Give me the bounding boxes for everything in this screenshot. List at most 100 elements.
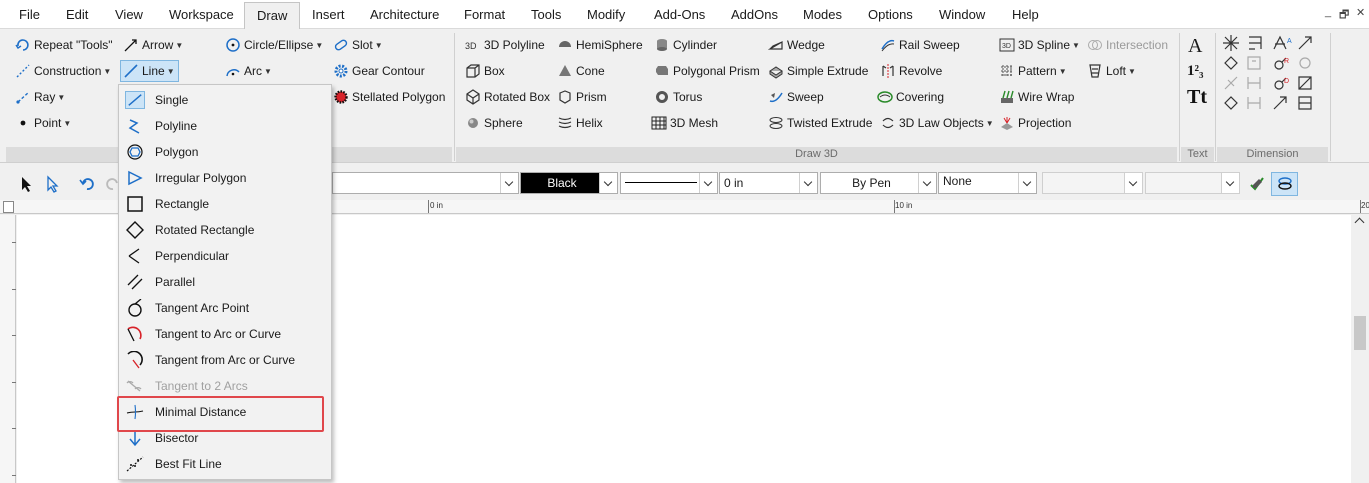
stellated-polygon-button[interactable]: Stellated Polygon [333, 87, 445, 107]
menu-item-polyline[interactable]: Polyline [119, 113, 331, 139]
chevron-down-icon[interactable] [699, 173, 717, 193]
layer-select[interactable] [332, 172, 519, 194]
ruler-tick [12, 382, 16, 383]
cylinder-button[interactable]: Cylinder [654, 35, 717, 55]
twisted-extrude-button[interactable]: Twisted Extrude [768, 113, 872, 133]
ray-button[interactable]: Ray ▼ [15, 87, 65, 107]
menu-item-label: Rectangle [155, 197, 210, 211]
menu-draw[interactable]: Draw [244, 2, 301, 29]
fill-select[interactable]: None [938, 172, 1037, 194]
menu-item-rotated-rectangle[interactable]: Rotated Rectangle [119, 217, 331, 243]
law-objects-icon [882, 117, 894, 129]
slot-button[interactable]: Slot ▼ [333, 35, 383, 55]
menu-window[interactable]: Window [939, 7, 985, 22]
rail-sweep-button[interactable]: Rail Sweep [880, 35, 960, 55]
arc-button[interactable]: Arc ▼ [225, 61, 272, 81]
helix-label: Helix [576, 116, 603, 130]
chevron-down-icon[interactable] [1018, 173, 1036, 193]
chevron-down-icon[interactable] [799, 173, 817, 193]
simple-extrude-button[interactable]: Simple Extrude [768, 61, 868, 81]
pattern-button[interactable]: Pattern ▼ [999, 61, 1067, 81]
parallel-icon [127, 274, 143, 290]
sweep-button[interactable]: Sweep [768, 87, 824, 107]
wedge-button[interactable]: Wedge [768, 35, 825, 55]
menu-tools[interactable]: Tools [531, 7, 561, 22]
minimize-icon[interactable]: _ [1325, 6, 1331, 18]
menu-add-ons[interactable]: Add-Ons [654, 7, 705, 22]
menu-workspace[interactable]: Workspace [169, 7, 234, 22]
menu-view[interactable]: View [115, 7, 143, 22]
menu-file[interactable]: File [19, 7, 40, 22]
3d-polyline-button[interactable]: 3D 3D Polyline [465, 35, 545, 55]
vertical-scrollbar[interactable] [1351, 215, 1369, 483]
chevron-down-icon[interactable] [500, 173, 518, 193]
helix-button[interactable]: Helix [557, 113, 603, 133]
edit-pointer-icon[interactable] [44, 175, 62, 193]
menu-help[interactable]: Help [1012, 7, 1039, 22]
select-pointer-icon[interactable] [18, 175, 36, 193]
restore-icon[interactable]: 🗗 [1339, 6, 1349, 25]
prism-button[interactable]: Prism [557, 87, 607, 107]
menu-architecture[interactable]: Architecture [370, 7, 439, 22]
arrow-button[interactable]: Arrow ▼ [123, 35, 183, 55]
menu-modes[interactable]: Modes [803, 7, 842, 22]
menu-insert[interactable]: Insert [312, 7, 345, 22]
rotated-box-button[interactable]: Rotated Box [465, 87, 550, 107]
menu-item-perpendicular[interactable]: Perpendicular [119, 243, 331, 269]
single-line-icon [125, 91, 145, 109]
pencil-check-icon[interactable] [1248, 175, 1266, 193]
group-divider [1179, 33, 1180, 161]
projection-button[interactable]: Projection [999, 113, 1071, 133]
3d-spline-button[interactable]: 3D 3D Spline ▼ [999, 35, 1080, 55]
scroll-up-icon[interactable] [1354, 217, 1365, 228]
layers-toggle-button[interactable] [1271, 172, 1298, 196]
pen-select[interactable]: By Pen [820, 172, 937, 194]
close-icon[interactable]: ✕ [1356, 6, 1365, 19]
menu-item-tangent-to-arc[interactable]: Tangent to Arc or Curve [119, 321, 331, 347]
gear-contour-button[interactable]: Gear Contour [333, 61, 425, 81]
chevron-down-icon[interactable] [918, 173, 936, 193]
text-a-icon[interactable]: A [1188, 35, 1202, 58]
menu-item-irregular-polygon[interactable]: Irregular Polygon [119, 165, 331, 191]
menu-item-tangent-arc-point[interactable]: Tangent Arc Point [119, 295, 331, 321]
menu-item-tangent-from-arc[interactable]: Tangent from Arc or Curve [119, 347, 331, 373]
line-button[interactable]: Line ▼ [120, 60, 179, 82]
intersection-button[interactable]: Intersection [1087, 35, 1168, 55]
text-style-icon[interactable]: Tt [1187, 86, 1207, 109]
3d-law-objects-button[interactable]: 3D Law Objects ▼ [880, 113, 994, 133]
menu-modify[interactable]: Modify [587, 7, 625, 22]
line-style-select[interactable] [620, 172, 718, 194]
menu-addons[interactable]: AddOns [731, 7, 778, 22]
sphere-button[interactable]: Sphere [465, 113, 523, 133]
ruler-origin-icon[interactable] [3, 201, 14, 213]
revolve-button[interactable]: Revolve [880, 61, 942, 81]
numbering-icon[interactable]: 1²₃ [1187, 63, 1204, 80]
menu-item-single[interactable]: Single [119, 87, 331, 113]
box-button[interactable]: Box [465, 61, 505, 81]
menu-item-best-fit-line[interactable]: Best Fit Line [119, 451, 331, 477]
cone-button[interactable]: Cone [557, 61, 605, 81]
dimension-tools-grid[interactable]: A R D [1222, 34, 1328, 140]
menu-item-parallel[interactable]: Parallel [119, 269, 331, 295]
repeat-tools-button[interactable]: Repeat "Tools" [15, 35, 113, 55]
color-select[interactable]: Black [520, 172, 618, 194]
chevron-down-icon[interactable] [599, 173, 617, 193]
menu-item-polygon[interactable]: Polygon [119, 139, 331, 165]
wire-wrap-button[interactable]: Wire Wrap [999, 87, 1074, 107]
3d-mesh-button[interactable]: 3D Mesh [651, 113, 718, 133]
menu-edit[interactable]: Edit [66, 7, 88, 22]
line-weight-select[interactable]: 0 in [719, 172, 818, 194]
menu-format[interactable]: Format [464, 7, 505, 22]
torus-button[interactable]: Torus [654, 87, 702, 107]
loft-button[interactable]: Loft ▼ [1087, 61, 1136, 81]
point-button[interactable]: Point ▼ [15, 113, 71, 133]
covering-button[interactable]: Covering [877, 87, 944, 107]
undo-icon[interactable] [78, 175, 96, 193]
menu-options[interactable]: Options [868, 7, 913, 22]
construction-button[interactable]: Construction ▼ [15, 61, 111, 81]
scrollbar-thumb[interactable] [1354, 316, 1366, 350]
polygonal-prism-button[interactable]: Polygonal Prism [654, 61, 760, 81]
circle-ellipse-button[interactable]: Circle/Ellipse ▼ [225, 35, 323, 55]
hemisphere-button[interactable]: HemiSphere [557, 35, 643, 55]
menu-item-rectangle[interactable]: Rectangle [119, 191, 331, 217]
